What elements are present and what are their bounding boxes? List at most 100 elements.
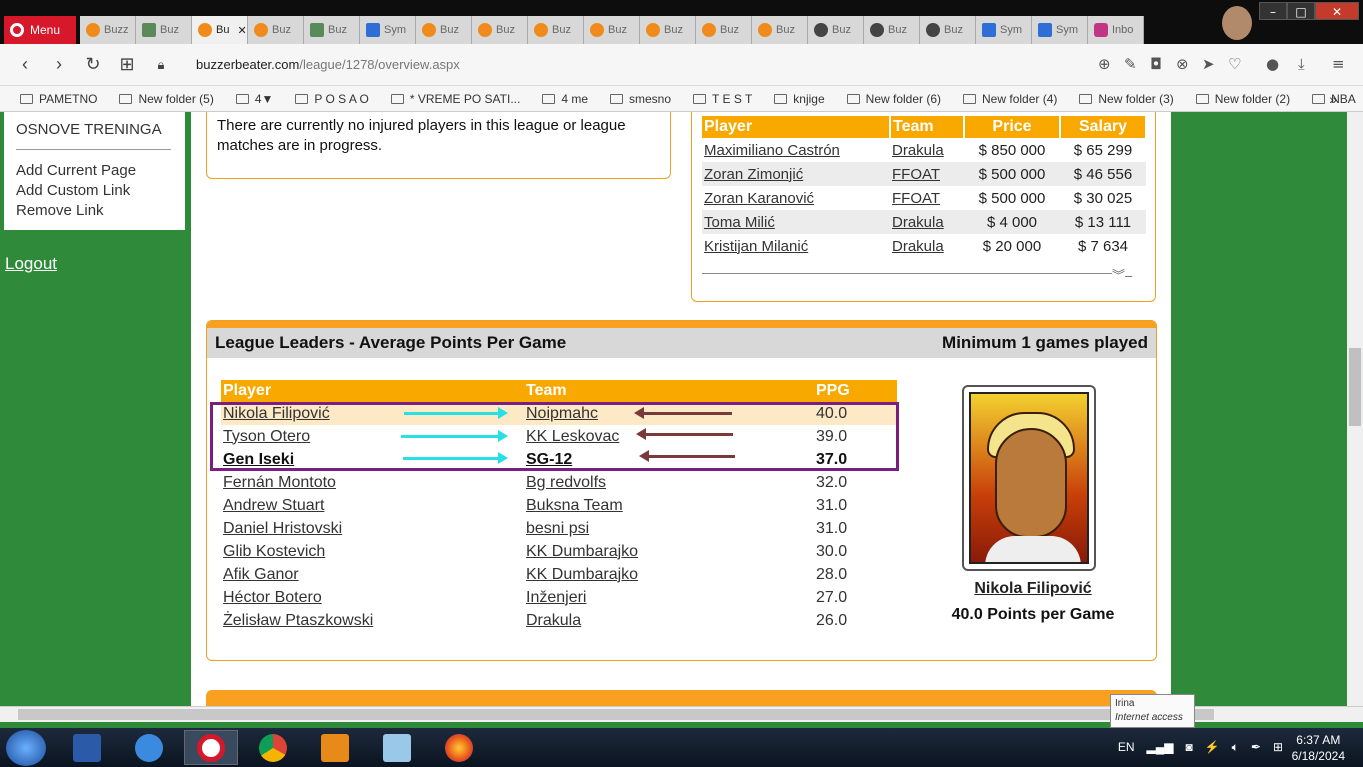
bookmark-folder[interactable]: New folder (2) — [1195, 92, 1290, 106]
remove-link[interactable]: Remove Link — [16, 202, 104, 219]
bookmark-folder[interactable]: New folder (6) — [846, 92, 941, 106]
team-link[interactable]: Bg redvolfs — [526, 474, 606, 491]
volume-icon[interactable]: 🔈︎ — [1232, 740, 1239, 755]
player-link[interactable]: Toma Milić — [704, 214, 775, 231]
close-tab-icon[interactable]: ✕ — [237, 24, 246, 37]
taskbar-firefox[interactable] — [432, 730, 486, 765]
bookmark-folder[interactable]: * VREME PO SATI... — [390, 92, 520, 106]
grid-icon[interactable]: ⊞ — [1273, 740, 1283, 755]
player-link[interactable]: Zoran Zimonjić — [704, 166, 803, 183]
add-custom-link[interactable]: Add Custom Link — [16, 182, 130, 199]
taskbar-opera[interactable] — [184, 730, 238, 765]
heart-icon[interactable]: ♡ — [1228, 55, 1241, 73]
scroll-thumb[interactable] — [18, 709, 1214, 720]
team-link[interactable]: besni psi — [526, 520, 589, 537]
top-leader-name-link[interactable]: Nikola Filipović — [974, 580, 1091, 598]
vertical-scrollbar[interactable] — [1347, 112, 1363, 706]
browser-tab[interactable]: Buz — [584, 16, 640, 44]
player-link[interactable]: Gen Iseki — [223, 451, 294, 468]
team-link[interactable]: FFOAT — [892, 190, 940, 207]
browser-tab[interactable]: Buz — [472, 16, 528, 44]
browser-tab[interactable]: Sym — [360, 16, 416, 44]
browser-tab[interactable]: Buz — [640, 16, 696, 44]
team-link[interactable]: Noipmahc — [526, 405, 598, 422]
player-link[interactable]: Afik Ganor — [223, 566, 299, 583]
player-link[interactable]: Maximiliano Castrón — [704, 142, 840, 159]
team-link[interactable]: KK Dumbarajko — [526, 543, 638, 560]
bookmark-folder[interactable]: P O S A O — [295, 92, 369, 106]
pen-icon[interactable]: ✒ — [1251, 740, 1261, 755]
easy-setup-icon[interactable]: ≡ — [1332, 55, 1345, 73]
player-link[interactable]: Andrew Stuart — [223, 497, 324, 514]
minimize-button[interactable]: – — [1259, 2, 1287, 20]
download-icon[interactable]: ⤓ — [1298, 55, 1305, 73]
browser-tab[interactable]: Buz — [696, 16, 752, 44]
team-link[interactable]: KK Dumbarajko — [526, 566, 638, 583]
player-link[interactable]: Daniel Hristovski — [223, 520, 342, 537]
player-link[interactable]: Zoran Karanović — [704, 190, 814, 207]
taskbar-media[interactable] — [308, 730, 362, 765]
browser-menu-button[interactable]: Menu — [4, 16, 76, 44]
taskbar-ie[interactable] — [122, 730, 176, 765]
reload-button[interactable]: ↻ — [76, 54, 110, 75]
adblock-icon[interactable]: ⊗ — [1176, 55, 1189, 73]
zoom-icon[interactable]: ⊕ — [1098, 55, 1111, 73]
start-button[interactable] — [6, 730, 46, 766]
signal-icon[interactable]: ▂▄▆ — [1147, 740, 1174, 755]
taskbar-chrome[interactable] — [246, 730, 300, 765]
team-link[interactable]: Drakula — [892, 142, 944, 159]
browser-tab[interactable]: Buz — [248, 16, 304, 44]
taskbar-notes[interactable] — [370, 730, 424, 765]
browser-tab[interactable]: Buz — [136, 16, 192, 44]
bookmark-folder[interactable]: New folder (3) — [1079, 92, 1174, 106]
system-clock[interactable]: 6:37 AM 6/18/2024 — [1292, 732, 1345, 764]
sidebar-title[interactable]: OSNOVE TRENINGA — [16, 121, 162, 138]
bookmark-folder[interactable]: PAMETNO — [20, 92, 97, 106]
send-icon[interactable]: ➤ — [1202, 55, 1215, 73]
browser-tab[interactable]: Buz — [416, 16, 472, 44]
bookmark-folder[interactable]: 4 me — [542, 92, 588, 106]
browser-tab[interactable]: Sym — [976, 16, 1032, 44]
browser-tab[interactable]: Buz — [808, 16, 864, 44]
browser-tab[interactable]: Buz — [864, 16, 920, 44]
taskbar-save-app[interactable] — [60, 730, 114, 765]
team-link[interactable]: Buksna Team — [526, 497, 623, 514]
edit-icon[interactable]: ✎ — [1124, 55, 1137, 73]
more-bookmarks-icon[interactable]: » — [1329, 91, 1337, 107]
language-indicator[interactable]: EN — [1118, 740, 1135, 755]
player-link[interactable]: Żelisław Ptaszkowski — [223, 612, 373, 629]
tabs-grid-icon[interactable]: ⊞ — [110, 54, 144, 75]
add-current-page-link[interactable]: Add Current Page — [16, 162, 136, 179]
team-link[interactable]: Drakula — [892, 238, 944, 255]
team-link[interactable]: SG-12 — [526, 451, 572, 468]
expand-more-icon[interactable]: ︾– — [1112, 265, 1132, 284]
bookmark-folder[interactable]: New folder (4) — [963, 92, 1057, 106]
bookmark-folder[interactable]: T E S T — [693, 92, 752, 106]
camera-icon[interactable]: ◘ — [1150, 55, 1162, 73]
back-button[interactable]: ‹ — [8, 54, 42, 75]
bookmark-folder[interactable]: New folder (5) — [119, 92, 214, 106]
team-link[interactable]: Inženjeri — [526, 589, 586, 606]
forward-button[interactable]: › — [42, 54, 76, 75]
app-tray-icon[interactable]: ◙ — [1185, 740, 1192, 755]
player-link[interactable]: Tyson Otero — [223, 428, 310, 445]
browser-tab[interactable]: Buz — [528, 16, 584, 44]
team-link[interactable]: KK Leskovac — [526, 428, 619, 445]
browser-tab[interactable]: Buz — [752, 16, 808, 44]
bookmark-folder[interactable]: smesno — [610, 92, 671, 106]
browser-tab[interactable]: Sym — [1032, 16, 1088, 44]
player-link[interactable]: Kristijan Milanić — [704, 238, 808, 255]
bookmark-folder[interactable]: 4▼ — [235, 92, 273, 106]
bookmark-folder[interactable]: knjige — [774, 92, 825, 106]
player-link[interactable]: Glib Kostevich — [223, 543, 325, 560]
browser-tab[interactable]: Buzz — [80, 16, 136, 44]
maximize-button[interactable]: □ — [1287, 2, 1315, 20]
player-link[interactable]: Fernán Montoto — [223, 474, 336, 491]
scroll-thumb[interactable] — [1349, 348, 1361, 426]
team-link[interactable]: Drakula — [526, 612, 581, 629]
logout-link[interactable]: Logout — [5, 254, 57, 274]
account-icon[interactable]: ● — [1266, 55, 1279, 73]
browser-tab[interactable]: Bu ✕ — [192, 16, 248, 44]
network-icon[interactable]: ⚡ — [1205, 740, 1220, 755]
player-portrait[interactable] — [962, 385, 1096, 571]
